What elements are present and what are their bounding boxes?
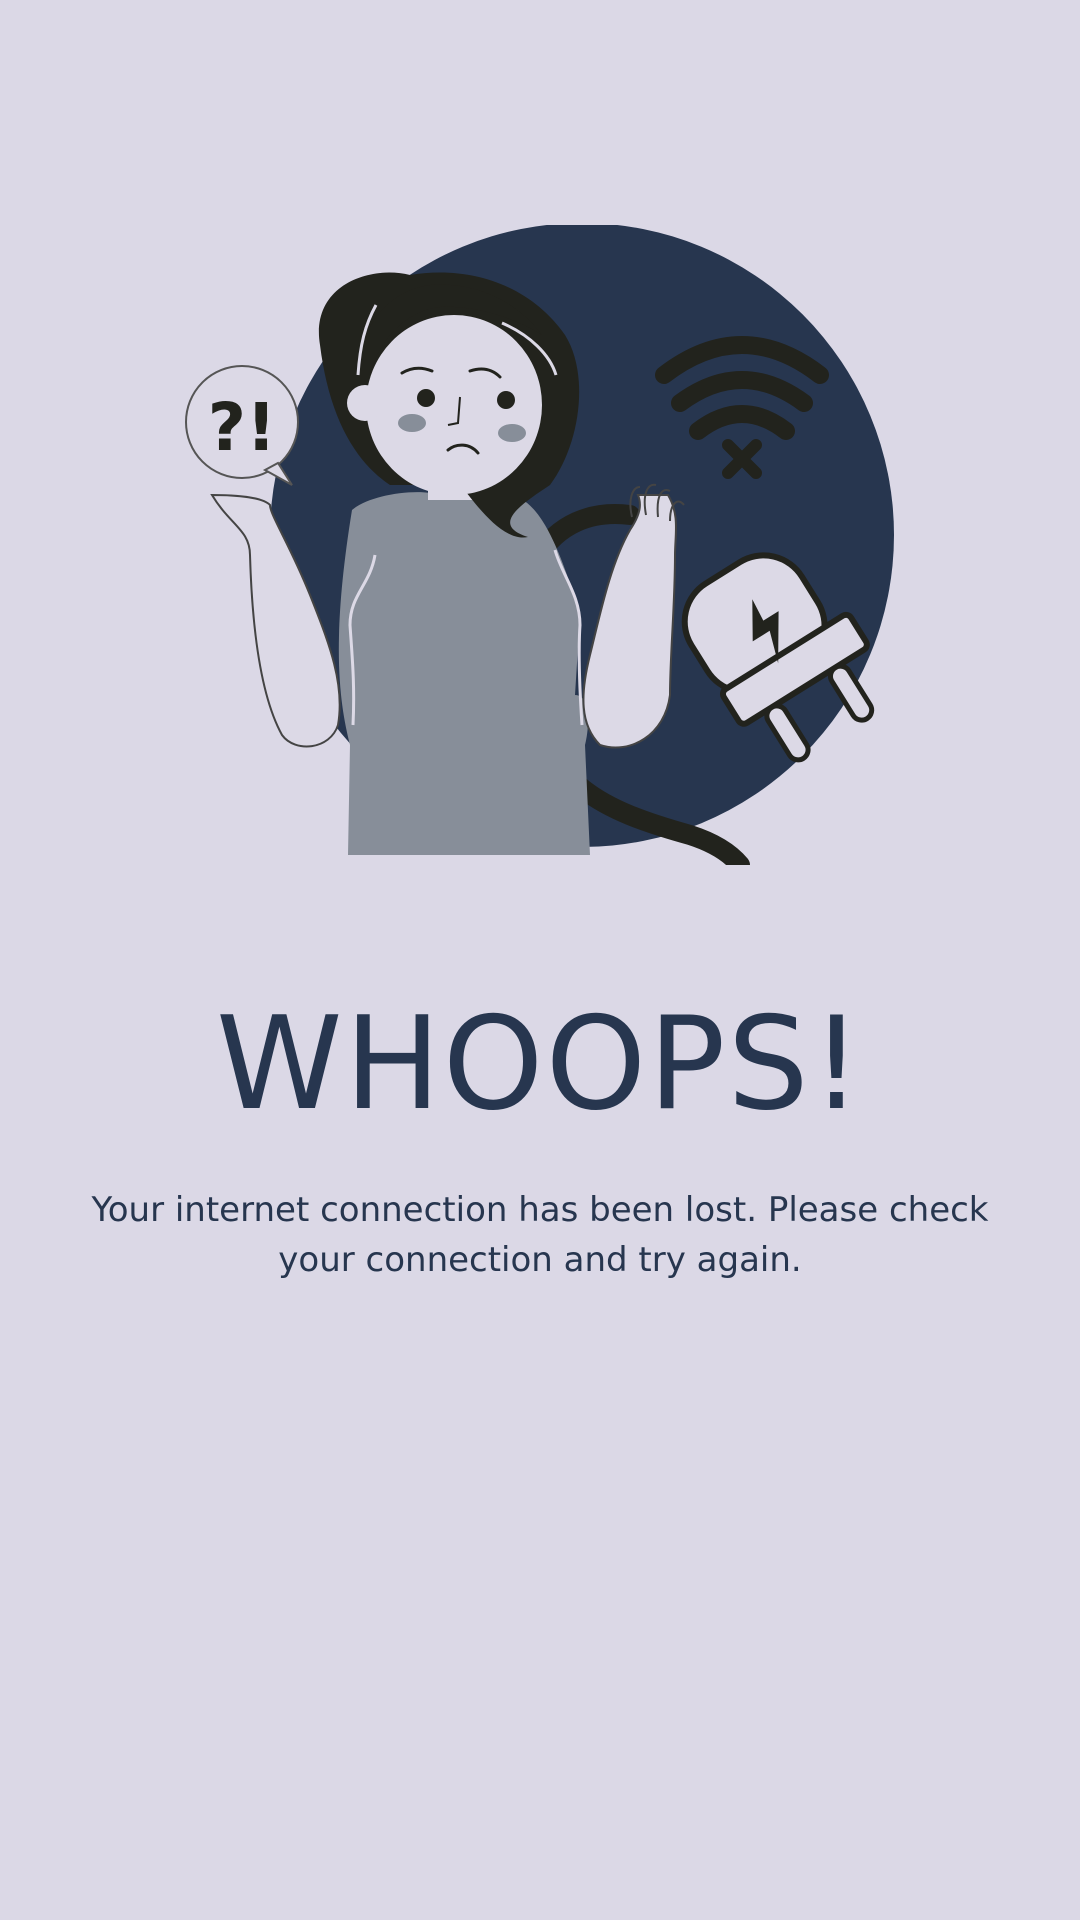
- disconnected-illustration: ?!: [170, 225, 910, 865]
- error-title: WHOOPS!: [215, 990, 865, 1139]
- offline-screen: ?! WHOOPS! Your internet connection has …: [0, 0, 1080, 1920]
- error-message: Your internet connection has been lost. …: [91, 1190, 989, 1280]
- speech-bubble-text: ?!: [208, 389, 276, 466]
- speech-bubble-icon: ?!: [185, 365, 299, 486]
